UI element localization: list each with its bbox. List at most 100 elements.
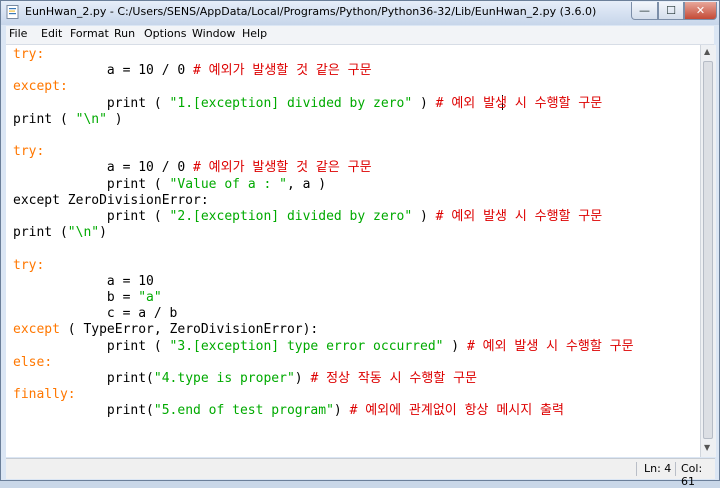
code-line[interactable]: print ( "1.[exception] divided by zero" … [13, 96, 602, 112]
code-line[interactable]: except: [13, 79, 68, 95]
code-text: ) [106, 111, 123, 127]
maximize-button[interactable]: ☐ [658, 2, 684, 20]
vertical-scrollbar[interactable]: ▲ ▼ [700, 45, 716, 457]
window-title: EunHwan_2.py - C:/Users/SENS/AppData/Loc… [25, 5, 597, 18]
code-text: ) [333, 403, 350, 419]
scroll-up-icon[interactable]: ▲ [704, 47, 710, 56]
scroll-down-icon[interactable]: ▼ [704, 443, 710, 452]
code-keyword: try [13, 257, 37, 273]
code-line[interactable]: print ( "3.[exception] type error occurr… [13, 339, 634, 355]
code-comment: # 예외 발생 시 수행할 구문 [435, 95, 603, 111]
minimize-icon: — [639, 4, 650, 17]
code-text: c = a / b [13, 306, 178, 322]
code-line[interactable]: a = 10 / 0 # 예외가 발생할 것 같은 구문 [13, 160, 372, 176]
code-keyword: try [13, 144, 37, 160]
code-text: ) [99, 225, 107, 241]
code-text: print ( [13, 225, 68, 241]
code-string: "4.type is proper" [153, 371, 295, 386]
code-comment: # 예외가 발생할 것 같은 구문 [193, 160, 372, 176]
close-button[interactable]: ✕ [684, 2, 717, 20]
code-line[interactable]: print("4.type is proper") # 정상 작동 시 수행할 … [13, 371, 477, 387]
code-line[interactable]: print ( "2.[exception] divided by zero" … [13, 209, 602, 225]
code-text: print ( [13, 209, 170, 224]
menu-file[interactable]: File [9, 27, 27, 40]
code-line[interactable]: print ( "Value of a : ", a ) [13, 177, 326, 193]
code-keyword: else [13, 354, 45, 370]
code-string: "a" [138, 290, 162, 305]
code-line[interactable]: try: [13, 258, 44, 274]
code-string: "2.[exception] divided by zero" [169, 209, 413, 224]
code-text: ( TypeError, ZeroDivisionError): [59, 322, 319, 338]
code-line[interactable]: print ("\n") [13, 225, 107, 241]
code-text: print( [13, 403, 154, 419]
code-line[interactable]: print ( "\n" ) [13, 112, 123, 128]
code-text: print ( [13, 338, 170, 354]
code-string: "\n" [67, 225, 100, 241]
code-line[interactable]: print("5.end of test program") # 예외에 관계없… [13, 403, 564, 419]
code-text: print ( [13, 176, 170, 192]
code-comment: # 예외 발생 시 수행할 구문 [435, 209, 603, 224]
code-line[interactable]: a = 10 [13, 274, 154, 290]
code-comment: # 정상 작동 시 수행할 구문 [310, 371, 477, 386]
maximize-icon: ☐ [666, 4, 676, 17]
code-text: print ( [13, 111, 76, 127]
close-icon: ✕ [695, 4, 706, 17]
code-string: "5.end of test program" [153, 403, 334, 419]
code-text: print ( [13, 95, 170, 111]
code-line[interactable]: try: [13, 144, 44, 160]
python-file-icon [6, 5, 19, 19]
menu-options[interactable]: Options [144, 27, 186, 40]
status-bar: Ln: 4 Col: 61 [6, 458, 715, 488]
code-text: ) [294, 371, 311, 386]
code-text: ) [443, 338, 467, 354]
status-divider [675, 462, 676, 476]
code-comment: # 예외가 발생할 것 같은 구문 [193, 63, 372, 79]
code-editor[interactable]: try: a = 10 / 0 # 예외가 발생할 것 같은 구문 except:… [6, 45, 700, 457]
code-line[interactable]: except ZeroDivisionError: [13, 193, 209, 209]
minimize-button[interactable]: — [631, 2, 658, 20]
code-text: ) [412, 209, 436, 224]
idle-editor-window: EunHwan_2.py - C:/Users/SENS/AppData/Loc… [0, 0, 720, 488]
code-line[interactable]: b = "a" [13, 290, 162, 306]
status-line-number: Ln: 4 [644, 462, 672, 475]
scrollbar-thumb[interactable] [703, 61, 713, 439]
status-divider [636, 462, 637, 476]
code-line[interactable]: except ( TypeError, ZeroDivisionError): [13, 322, 318, 338]
code-text: , a ) [286, 176, 327, 192]
code-keyword: : [36, 257, 45, 273]
code-text: b = [13, 290, 139, 305]
code-keyword: finally [13, 387, 68, 403]
status-column-number: Col: 61 [681, 462, 703, 488]
code-line[interactable]: c = a / b [13, 306, 177, 322]
code-keyword: except [13, 79, 60, 95]
code-keyword: : [67, 387, 76, 403]
code-line[interactable]: try: [13, 47, 44, 63]
code-text: a = 10 [13, 273, 154, 289]
menu-format[interactable]: Format [70, 27, 109, 40]
code-line[interactable]: else: [13, 355, 52, 371]
code-keyword: try [13, 47, 37, 62]
code-string: "Value of a : " [169, 176, 287, 192]
code-text: except ZeroDivisionError: [13, 192, 209, 208]
code-keyword: : [36, 47, 45, 62]
code-string: "1.[exception] divided by zero" [169, 95, 413, 111]
code-text: print( [13, 371, 154, 386]
code-comment: # 예외 발생 시 수행할 구문 [466, 338, 634, 354]
code-text: a = 10 / 0 [13, 160, 194, 176]
menu-help[interactable]: Help [242, 27, 267, 40]
code-string: "\n" [75, 111, 107, 127]
code-string: "3.[exception] type error occurred" [169, 338, 444, 354]
code-text: a = 10 / 0 [13, 63, 194, 79]
code-keyword: : [59, 79, 68, 95]
code-keyword: : [44, 354, 53, 370]
code-comment: # 예외에 관계없이 항상 메시지 출력 [349, 403, 564, 419]
code-line[interactable]: a = 10 / 0 # 예외가 발생할 것 같은 구문 [13, 63, 372, 79]
title-bar[interactable]: EunHwan_2.py - C:/Users/SENS/AppData/Loc… [1, 1, 719, 25]
code-keyword: : [36, 144, 45, 160]
code-line[interactable]: finally: [13, 387, 76, 403]
menu-run[interactable]: Run [114, 27, 135, 40]
menu-edit[interactable]: Edit [41, 27, 62, 40]
menu-window[interactable]: Window [192, 27, 235, 40]
code-text: ) [412, 95, 436, 111]
menu-bar: File Edit Format Run Options Window Help [6, 26, 714, 45]
